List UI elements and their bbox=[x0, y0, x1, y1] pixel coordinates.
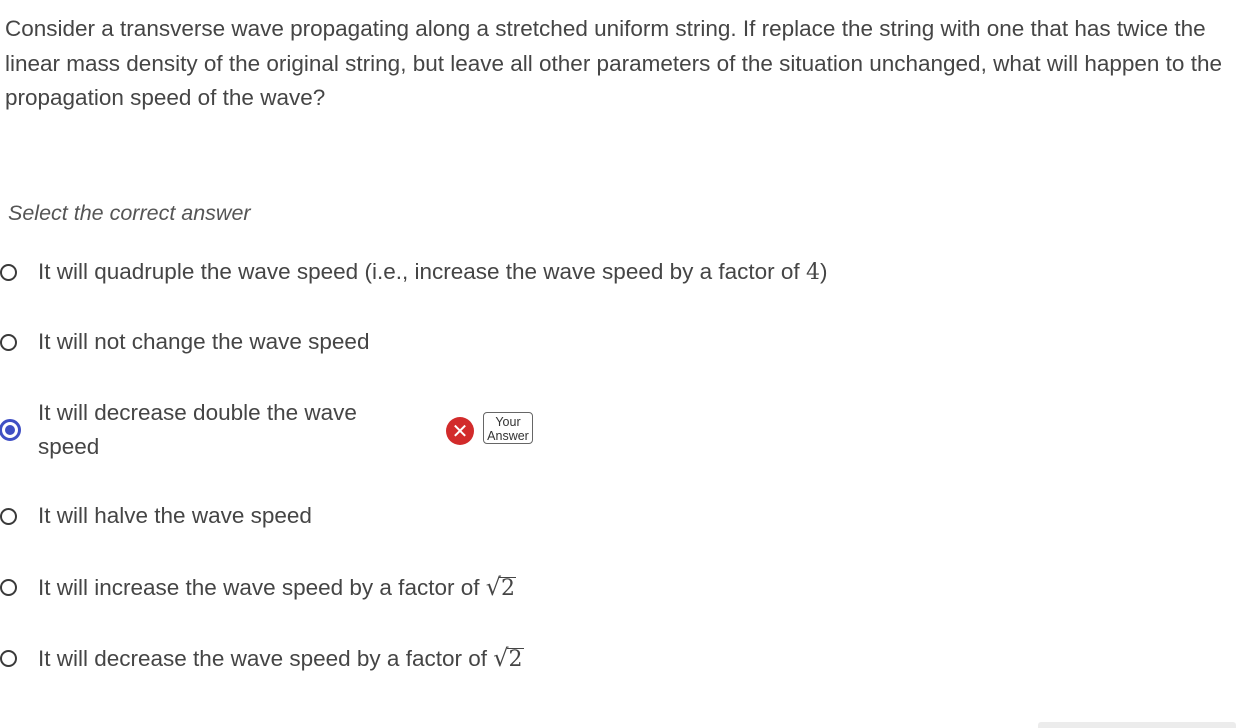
radio-button[interactable] bbox=[0, 264, 17, 281]
your-answer-badge: Your Answer bbox=[483, 412, 533, 444]
option-label: It will quadruple the wave speed (i.e., … bbox=[38, 259, 828, 285]
option-label: It will not change the wave speed bbox=[38, 329, 370, 354]
answer-option-5[interactable]: It will increase the wave speed by a fac… bbox=[0, 573, 900, 607]
option-label: It will increase the wave speed by a fac… bbox=[38, 573, 517, 601]
answer-option-3[interactable]: It will decrease double the wave speed bbox=[0, 396, 560, 466]
question-text: Consider a transverse wave propagating a… bbox=[5, 16, 1222, 110]
answer-option-4[interactable]: It will halve the wave speed bbox=[0, 503, 900, 533]
badge-line-answer: Answer bbox=[487, 429, 529, 443]
badge-line-your: Your bbox=[495, 415, 521, 429]
radio-button[interactable] bbox=[0, 508, 17, 525]
radio-button[interactable] bbox=[0, 579, 17, 596]
answer-option-6[interactable]: It will decrease the wave speed by a fac… bbox=[0, 644, 900, 678]
answer-option-2[interactable]: It will not change the wave speed bbox=[0, 329, 900, 359]
option-math: 4 bbox=[805, 260, 820, 285]
wrong-x-icon: ✕ bbox=[446, 417, 474, 445]
answer-option-1[interactable]: It will quadruple the wave speed (i.e., … bbox=[0, 259, 900, 289]
radio-button-selected[interactable] bbox=[0, 419, 21, 441]
corner-panel-edge bbox=[1038, 722, 1236, 728]
sqrt-symbol: √2 bbox=[493, 644, 524, 672]
option-label: It will decrease double the wave speed bbox=[38, 400, 357, 459]
option-label: It will halve the wave speed bbox=[38, 503, 312, 528]
radio-button[interactable] bbox=[0, 650, 17, 667]
answer-prompt: Select the correct answer bbox=[8, 201, 251, 225]
radio-button[interactable] bbox=[0, 334, 17, 351]
option-label: It will decrease the wave speed by a fac… bbox=[38, 644, 524, 672]
sqrt-symbol: √2 bbox=[485, 573, 517, 601]
